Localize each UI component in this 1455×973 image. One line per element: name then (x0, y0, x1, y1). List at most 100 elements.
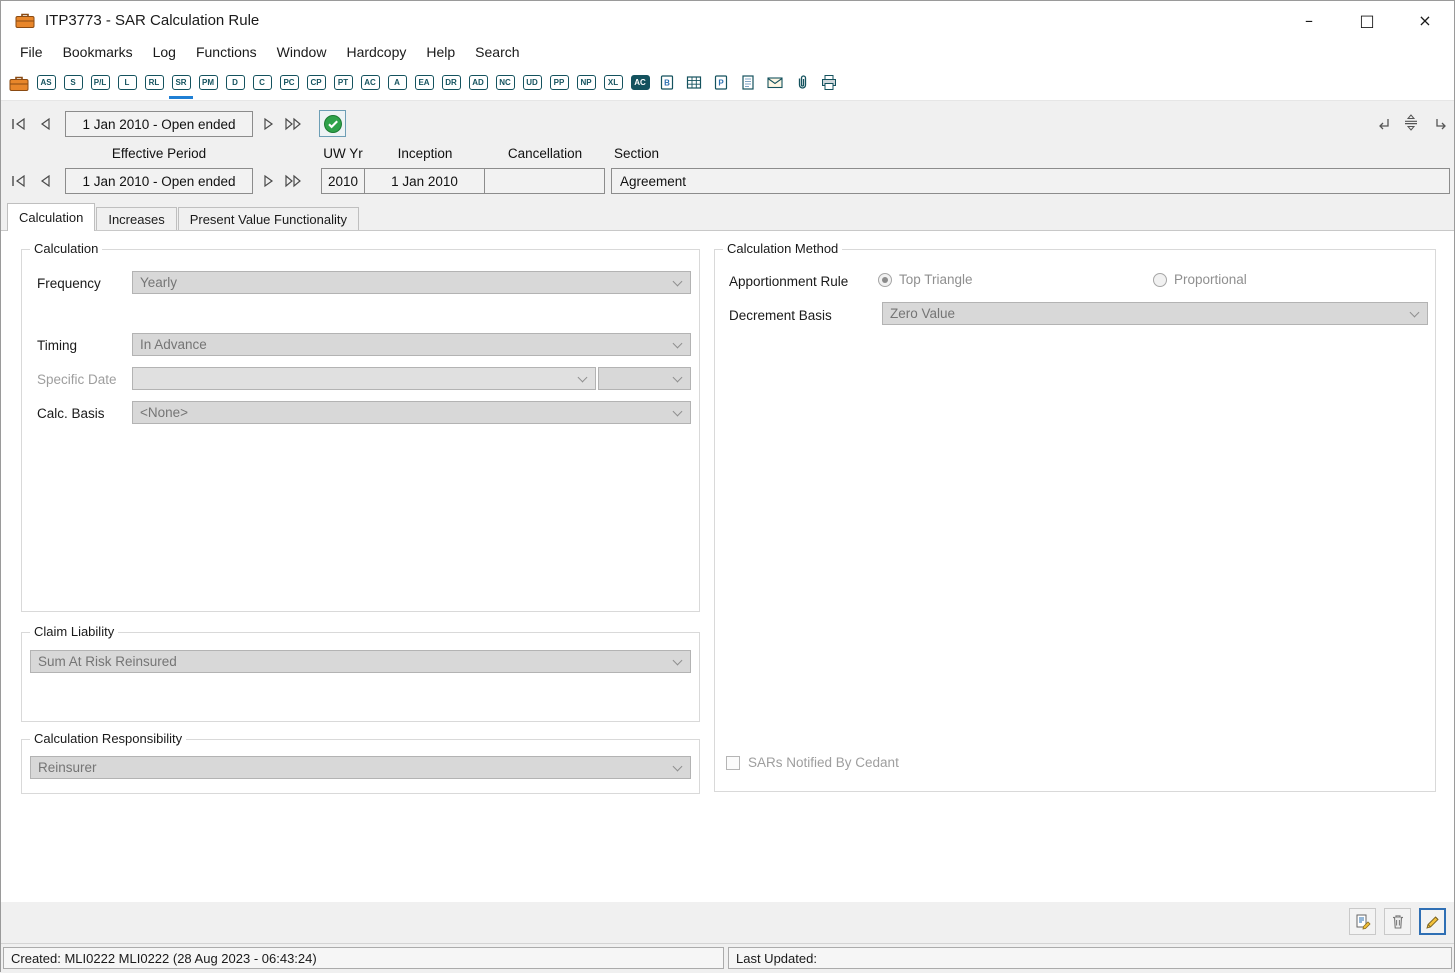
effective-period-field[interactable]: 1 Jan 2010 - Open ended (65, 111, 253, 137)
toolbar-icon-sr[interactable]: SR (171, 71, 191, 95)
toolbar-icon-cp[interactable]: CP (306, 71, 326, 95)
toolbar-icon-attachment[interactable] (792, 71, 812, 95)
toolbar-icon-pp[interactable]: PP (549, 71, 569, 95)
claim-liability-select[interactable]: Sum At Risk Reinsured (30, 650, 691, 673)
toolbar-icon-ad[interactable]: AD (468, 71, 488, 95)
back-record-button[interactable] (1372, 112, 1396, 136)
uw-yr-label: UW Yr (321, 146, 365, 161)
cancellation-field[interactable] (484, 168, 605, 194)
toolbar-icon-ud[interactable]: UD (522, 71, 542, 95)
last-period-button[interactable] (281, 112, 305, 136)
app-window: ITP3773 - SAR Calculation Rule – □ × Fil… (0, 0, 1455, 972)
toolbar-icon-pm[interactable]: PM (198, 71, 218, 95)
decrement-basis-select[interactable]: Zero Value (882, 302, 1428, 325)
previous-record-button[interactable] (33, 169, 57, 193)
adjust-records-button[interactable] (1399, 110, 1423, 134)
toolbar-icon-print[interactable] (819, 71, 839, 95)
edit-button[interactable] (1419, 908, 1446, 935)
calc-basis-select[interactable]: <None> (132, 401, 691, 424)
menu-help[interactable]: Help (416, 40, 465, 64)
notes-button[interactable] (1349, 908, 1376, 935)
menu-functions[interactable]: Functions (186, 40, 267, 64)
toolbar-icon-ac[interactable]: AC (360, 71, 380, 95)
toolbar-icon-pl[interactable]: P/L (90, 71, 110, 95)
last-record-button[interactable] (281, 169, 305, 193)
specific-date-unit-select[interactable] (598, 367, 691, 390)
menu-hardcopy[interactable]: Hardcopy (336, 40, 416, 64)
radio-top-triangle[interactable]: Top Triangle (878, 272, 973, 287)
toolbar-icon-np[interactable]: NP (576, 71, 596, 95)
menu-log[interactable]: Log (143, 40, 186, 64)
toolbar-icon-pt[interactable]: PT (333, 71, 353, 95)
toolbar-badge-label: NP (577, 75, 596, 90)
timing-label: Timing (37, 338, 77, 353)
toolbar: AS S P/L L RL SR PM DC PC CP PT AC A EA DR AD NC UD PP NP XL… (1, 65, 1454, 101)
forward-record-button[interactable] (1429, 112, 1453, 136)
toolbar-icon-notebook[interactable]: B (657, 71, 677, 95)
toolbar-icon-ac-solid[interactable]: AC (630, 71, 650, 95)
effective-period-label: Effective Period (65, 146, 253, 161)
toolbar-icon-ea[interactable]: EA (414, 71, 434, 95)
decrement-basis-value: Zero Value (890, 306, 955, 321)
menu-file[interactable]: File (10, 40, 53, 64)
toolbar-icon-as[interactable]: AS (36, 71, 56, 95)
calculation-responsibility-select[interactable]: Reinsurer (30, 756, 691, 779)
toolbar-badge-label: XL (604, 75, 623, 90)
first-period-button[interactable] (7, 112, 31, 136)
checkbox-icon (726, 756, 740, 770)
menu-search[interactable]: Search (465, 40, 529, 64)
uw-yr-field[interactable]: 2010 (321, 168, 365, 194)
chevron-down-icon (1410, 308, 1420, 318)
tab-present-value-functionality[interactable]: Present Value Functionality (178, 207, 359, 230)
frequency-select[interactable]: Yearly (132, 271, 691, 294)
minimize-button[interactable]: – (1280, 1, 1338, 39)
toolbar-icon-l[interactable]: L (117, 71, 137, 95)
menu-bookmarks[interactable]: Bookmarks (53, 40, 143, 64)
sars-notified-checkbox[interactable]: SARs Notified By Cedant (726, 755, 899, 770)
previous-period-button[interactable] (33, 112, 57, 136)
menu-window[interactable]: Window (267, 40, 337, 64)
toolbar-icon-c[interactable]: C (252, 71, 272, 95)
next-record-arrow-button[interactable] (257, 169, 281, 193)
toolbar-icon-a[interactable]: A (387, 71, 407, 95)
toolbar-icon-mail[interactable] (765, 71, 785, 95)
footer-actions (1, 902, 1454, 943)
toolbar-icon-nc[interactable]: NC (495, 71, 515, 95)
section-field[interactable]: Agreement (611, 168, 1450, 194)
delete-button[interactable] (1384, 908, 1411, 935)
svg-text:B: B (664, 79, 670, 88)
maximize-button[interactable]: □ (1338, 1, 1396, 39)
toolbar-icon-rl[interactable]: RL (144, 71, 164, 95)
toolbar-icon-s[interactable]: S (63, 71, 83, 95)
inception-field[interactable]: 1 Jan 2010 (364, 168, 485, 194)
record-period-field[interactable]: 1 Jan 2010 - Open ended (65, 168, 253, 194)
close-button[interactable]: × (1396, 1, 1454, 39)
radio-top-triangle-label: Top Triangle (899, 272, 973, 287)
chevron-down-icon (673, 656, 683, 666)
titlebar: ITP3773 - SAR Calculation Rule – □ × (1, 1, 1454, 39)
verified-status-button[interactable] (319, 110, 346, 137)
toolbar-icon-xl[interactable]: XL (603, 71, 623, 95)
toolbar-badge-label: PM (199, 75, 218, 90)
chevron-down-icon (578, 373, 588, 383)
toolbar-icon-d[interactable]: D (225, 71, 245, 95)
tab-increases[interactable]: Increases (96, 207, 176, 230)
apportionment-rule-label: Apportionment Rule (729, 274, 848, 289)
toolbar-icon-dr[interactable]: DR (441, 71, 461, 95)
calc-basis-value: <None> (140, 405, 188, 420)
toolbar-icon-report[interactable]: P (711, 71, 731, 95)
toolbar-icon-table[interactable] (684, 71, 704, 95)
tab-calculation[interactable]: Calculation (7, 203, 95, 231)
radio-proportional[interactable]: Proportional (1153, 272, 1247, 287)
first-record-button[interactable] (7, 169, 31, 193)
frequency-label: Frequency (37, 276, 101, 291)
specific-date-select[interactable] (132, 367, 596, 390)
toolbar-badge-label: AC (361, 75, 380, 90)
toolbar-icon-pc[interactable]: PC (279, 71, 299, 95)
radio-button-icon (1153, 273, 1167, 287)
menubar: FileBookmarksLogFunctionsWindowHardcopyH… (1, 39, 1454, 65)
toolbar-icon-document[interactable] (738, 71, 758, 95)
next-period-button[interactable] (257, 112, 281, 136)
timing-select[interactable]: In Advance (132, 333, 691, 356)
toolbar-icon-briefcase[interactable] (9, 71, 29, 95)
